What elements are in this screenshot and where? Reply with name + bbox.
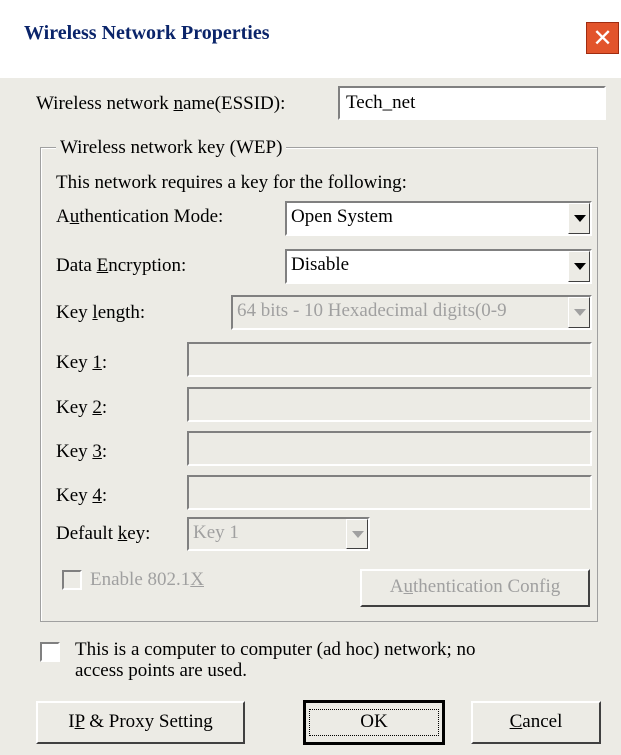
key-length-label: Key length: xyxy=(56,302,146,323)
wep-group-legend: Wireless network key (WEP) xyxy=(56,137,287,159)
enable-8021x-label: Enable 802.1X xyxy=(90,569,204,590)
focus-rectangle xyxy=(309,709,439,736)
adhoc-checkbox[interactable] xyxy=(40,642,60,662)
adhoc-label: This is a computer to computer (ad hoc) … xyxy=(75,639,475,681)
key2-input[interactable] xyxy=(187,387,592,422)
window-title: Wireless Network Properties xyxy=(24,22,270,44)
key2-label: Key 2: xyxy=(56,397,108,418)
enable-8021x-checkbox[interactable] xyxy=(62,570,82,590)
encryption-select[interactable]: Disable xyxy=(285,249,592,284)
requires-key-text: This network requires a key for the foll… xyxy=(56,172,407,193)
encryption-label: Data Encryption: xyxy=(56,255,187,276)
default-key-label: Default key: xyxy=(56,523,151,544)
chevron-down-icon[interactable] xyxy=(568,251,590,282)
auth-mode-select[interactable]: Open System xyxy=(285,201,592,236)
close-button[interactable]: ✕ xyxy=(586,22,619,54)
ssid-value: Tech_net xyxy=(346,92,416,113)
adhoc-label-line1: This is a computer to computer (ad hoc) … xyxy=(75,639,476,660)
key4-label: Key 4: xyxy=(56,485,108,506)
auth-mode-value: Open System xyxy=(291,206,393,227)
ssid-label: Wireless network name(ESSID): xyxy=(36,93,286,114)
chevron-down-icon[interactable] xyxy=(346,519,368,549)
key1-input[interactable] xyxy=(187,342,592,377)
chevron-down-icon[interactable] xyxy=(568,297,590,328)
auth-mode-label: Authentication Mode: xyxy=(56,206,224,227)
key4-input[interactable] xyxy=(187,475,592,510)
key3-input[interactable] xyxy=(187,431,592,466)
key-length-select[interactable]: 64 bits - 10 Hexadecimal digits(0-9 xyxy=(231,295,592,330)
chevron-down-icon[interactable] xyxy=(568,203,590,234)
key1-label: Key 1: xyxy=(56,352,108,373)
cancel-button[interactable]: Cancel xyxy=(471,701,601,744)
default-key-value: Key 1 xyxy=(193,522,239,543)
ip-proxy-setting-button[interactable]: IP & Proxy Setting xyxy=(36,701,245,744)
encryption-value: Disable xyxy=(291,254,350,275)
close-icon: ✕ xyxy=(592,24,613,52)
dialog-window: Wireless Network Properties ✕ Wireless n… xyxy=(0,0,621,755)
title-bar: Wireless Network Properties ✕ xyxy=(0,0,621,78)
adhoc-label-line2: access points are used. xyxy=(75,660,247,681)
authentication-config-button[interactable]: Authentication Config xyxy=(360,569,590,607)
key3-label: Key 3: xyxy=(56,441,108,462)
key-length-value: 64 bits - 10 Hexadecimal digits(0-9 xyxy=(237,300,507,321)
ssid-input[interactable]: Tech_net xyxy=(338,86,606,120)
default-key-select[interactable]: Key 1 xyxy=(187,517,370,551)
